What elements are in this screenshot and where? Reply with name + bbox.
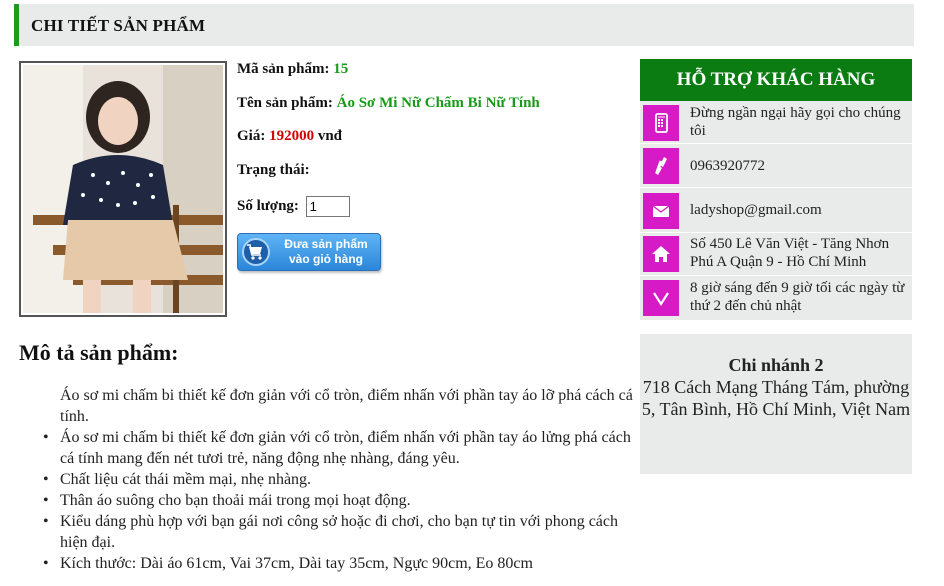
description-bullet: Áo sơ mi chấm bi thiết kế đơn giản với c…: [43, 427, 640, 469]
description-bullet: Chất liệu cát thái mềm mại, nhẹ nhàng.: [43, 469, 640, 490]
customer-support-panel: HỖ TRỢ KHÁC HÀNG Đừng ngần ngại hãy gọi …: [640, 59, 912, 321]
support-title: HỖ TRỢ KHÁC HÀNG: [640, 59, 912, 101]
support-item-email[interactable]: ladyshop@gmail.com: [640, 188, 912, 233]
description-bullet: Kích thước: Dài áo 61cm, Vai 37cm, Dài t…: [43, 553, 640, 574]
add-to-cart-line2: vào giỏ hàng: [288, 252, 363, 266]
support-call-text: Đừng ngần ngại hãy gọi cho chúng tôi: [690, 105, 901, 139]
product-price-unit: vnđ: [317, 128, 343, 144]
add-to-cart-line1: Đưa sản phẩm: [284, 237, 368, 251]
envelope-icon: [643, 193, 679, 229]
support-item-hours: 8 giờ sáng đến 9 giờ tối các ngày từ thứ…: [640, 276, 912, 321]
product-photo: [23, 65, 223, 313]
description-bullet: Thân áo suông cho bạn thoải mái trong mọ…: [43, 490, 640, 511]
add-to-cart-button[interactable]: Đưa sản phẩm vào giỏ hàng: [237, 233, 381, 271]
product-price-value: 192000: [269, 128, 315, 144]
product-code-label: Mã sản phẩm:: [237, 61, 330, 77]
product-quantity-label: Số lượng:: [237, 197, 299, 214]
description-list: Áo sơ mi chấm bi thiết kế đơn giản với c…: [43, 427, 640, 574]
product-code-value: 15: [333, 61, 349, 77]
product-image[interactable]: [19, 61, 227, 317]
product-description: Áo sơ mi chấm bi thiết kế đơn giản với c…: [43, 385, 640, 574]
product-status-label: Trạng thái:: [237, 162, 310, 178]
quantity-input[interactable]: [305, 196, 350, 217]
home-icon: [643, 236, 679, 272]
product-name-label: Tên sản phẩm:: [237, 95, 333, 111]
description-title: Mô tả sản phẩm:: [19, 340, 179, 365]
support-item-call: Đừng ngần ngại hãy gọi cho chúng tôi: [640, 101, 912, 144]
product-name-value: Áo Sơ Mi Nữ Chấm Bi Nữ Tính: [336, 95, 540, 111]
support-phone-text[interactable]: 0963920772: [690, 157, 912, 175]
shopping-cart-icon: [242, 238, 270, 266]
phone-handset-icon: [643, 148, 679, 184]
branch-info: Chi nhánh 2 718 Cách Mạng Tháng Tám, phư…: [640, 334, 912, 474]
support-email-text[interactable]: ladyshop@gmail.com: [690, 201, 912, 219]
description-bullet: Kiểu dáng phù hợp với bạn gái nơi công s…: [43, 511, 640, 553]
add-to-cart-label: Đưa sản phẩm vào giỏ hàng: [274, 237, 378, 267]
mobile-phone-icon: [643, 105, 679, 141]
product-quantity-row: Số lượng:: [237, 196, 350, 217]
product-price-label: Giá:: [237, 128, 266, 144]
branch-title: Chi nhánh 2: [728, 355, 824, 375]
support-item-address: Số 450 Lê Văn Việt - Tăng Nhơn Phú A Quậ…: [640, 233, 912, 276]
support-list: Đừng ngần ngại hãy gọi cho chúng tôi 096…: [640, 101, 912, 321]
product-status-row: Trạng thái:: [237, 162, 310, 179]
support-hours-text: 8 giờ sáng đến 9 giờ tối các ngày từ thứ…: [690, 280, 905, 314]
product-price-row: Giá: 192000 vnđ: [237, 128, 342, 145]
support-address-text: Số 450 Lê Văn Việt - Tăng Nhơn Phú A Quậ…: [690, 236, 890, 270]
support-item-phone[interactable]: 0963920772: [640, 144, 912, 188]
page-title: CHI TIẾT SẢN PHẨM: [31, 16, 206, 35]
branch-address: 718 Cách Mạng Tháng Tám, phường 5, Tân B…: [641, 377, 911, 419]
description-intro: Áo sơ mi chấm bi thiết kế đơn giản với c…: [60, 387, 633, 425]
product-name-row: Tên sản phẩm: Áo Sơ Mi Nữ Chấm Bi Nữ Tín…: [237, 95, 540, 112]
section-header: CHI TIẾT SẢN PHẨM: [14, 4, 914, 46]
clock-chevron-icon: [643, 280, 679, 316]
product-code-row: Mã sản phẩm: 15: [237, 61, 348, 78]
